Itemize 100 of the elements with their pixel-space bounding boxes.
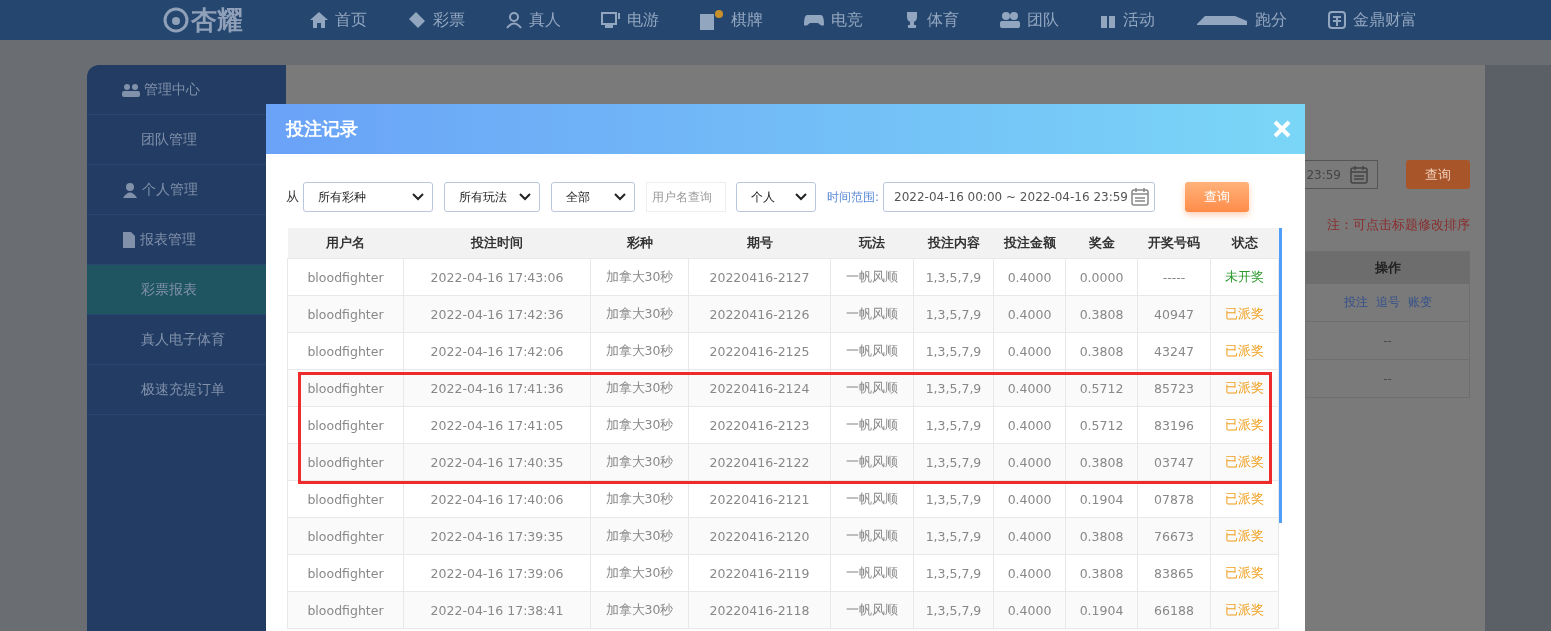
time-range-field[interactable]: 2022-04-16 00:00 ~ 2022-04-16 23:59 (883, 182, 1156, 212)
table-cell: 2022-04-16 17:42:06 (403, 332, 591, 370)
table-cell: 0.3808 (1065, 554, 1138, 592)
table-cell: bloodfighter (287, 591, 404, 629)
table-cell: 加拿大30秒 (590, 332, 689, 370)
table-cell: 0.4000 (993, 443, 1066, 481)
status-cell: 已派奖 (1210, 295, 1279, 333)
table-cell: 20220416-2118 (688, 591, 831, 629)
table-cell: 加拿大30秒 (590, 406, 689, 444)
table-cell: 一帆风顺 (830, 443, 914, 481)
table-cell: 1,3,5,7,9 (913, 258, 994, 296)
nav-item[interactable]: 金鼎财富 (1327, 9, 1417, 31)
team-icon (999, 11, 1021, 29)
table-cell: 2022-04-16 17:43:06 (403, 258, 591, 296)
table-cell: 一帆风顺 (830, 406, 914, 444)
query-button[interactable]: 查询 (1185, 182, 1250, 212)
table-cell: bloodfighter (287, 332, 404, 370)
monitor-icon (601, 11, 621, 29)
query-button[interactable]: 查询 (1406, 160, 1470, 189)
table-cell: 1,3,5,7,9 (913, 517, 994, 555)
select-dropdown[interactable]: 所有彩种 (303, 182, 433, 212)
column-header: 期号 (688, 228, 831, 259)
nav-item[interactable]: 棋牌 (699, 9, 763, 31)
column-header: 投注金额 (993, 228, 1066, 259)
table-cell: 一帆风顺 (830, 258, 914, 296)
table-cell: 0.1904 (1065, 591, 1138, 629)
caret-icon (614, 193, 626, 201)
from-label: 从 (286, 188, 299, 206)
gamepad-icon (803, 12, 825, 28)
nav-item[interactable]: 真人 (505, 9, 561, 31)
nav-item[interactable]: 团队 (999, 9, 1059, 31)
caret-icon (412, 193, 424, 201)
caret-icon (795, 193, 807, 201)
coin-icon (1327, 10, 1347, 30)
close-button[interactable] (1273, 120, 1291, 138)
table-cell: 1,3,5,7,9 (913, 295, 994, 333)
status-cell: 已派奖 (1210, 591, 1279, 629)
column-header: 操作 (1306, 252, 1469, 283)
status-cell: 已派奖 (1210, 480, 1279, 518)
select-dropdown[interactable]: 全部 (551, 182, 635, 212)
time-range-label: 时间范围: (827, 188, 880, 206)
nav-item[interactable]: 彩票 (407, 9, 465, 31)
table-cell: 2022-04-16 17:39:06 (403, 554, 591, 592)
table-cell: 1,3,5,7,9 (913, 332, 994, 370)
nav-item[interactable]: 跑分 (1195, 9, 1287, 31)
nav-item[interactable]: 电游 (601, 9, 659, 31)
table-cell: 83196 (1137, 406, 1211, 444)
calendar-icon (1130, 187, 1151, 207)
table-cell: 2022-04-16 17:39:35 (403, 517, 591, 555)
sort-note: 注：可点击标题修改排序 (1326, 216, 1470, 234)
table-cell: 0.0000 (1065, 258, 1138, 296)
table-cell: 2022-04-16 17:40:35 (403, 443, 591, 481)
table-cell: 0.4000 (993, 554, 1066, 592)
logo-icon (163, 7, 189, 33)
table-cell: 0.4000 (993, 591, 1066, 629)
column-header: 状态 (1210, 228, 1279, 259)
status-cell: 已派奖 (1210, 332, 1279, 370)
table-cell: 20220416-2123 (688, 406, 831, 444)
column-header: 奖金 (1065, 228, 1138, 259)
column-header: 玩法 (830, 228, 914, 259)
table-cell: 0.3808 (1065, 295, 1138, 333)
table-cell: 03747 (1137, 443, 1211, 481)
nav-item[interactable]: 活动 (1099, 9, 1155, 31)
table-cell: 0.4000 (993, 295, 1066, 333)
scope-dropdown[interactable]: 个人 (736, 182, 816, 212)
table-cell: 加拿大30秒 (590, 295, 689, 333)
column-header: 开奖号码 (1137, 228, 1211, 259)
table-cell: 0.3808 (1065, 443, 1138, 481)
table-cell: 83865 (1137, 554, 1211, 592)
table-cell: bloodfighter (287, 295, 404, 333)
table-cell: 加拿大30秒 (590, 591, 689, 629)
calendar-icon (1349, 164, 1369, 185)
table-cell: 加拿大30秒 (590, 554, 689, 592)
table-cell: 1,3,5,7,9 (913, 406, 994, 444)
table-cell: 0.4000 (993, 406, 1066, 444)
home-icon (309, 11, 329, 29)
nav-item[interactable]: 体育 (903, 9, 959, 31)
table-cell: 0.4000 (993, 517, 1066, 555)
logo-text: 杏耀 (191, 3, 243, 37)
scrollbar[interactable] (1279, 228, 1282, 523)
status-cell: 未开奖 (1210, 258, 1279, 296)
table-cell: -- (1383, 371, 1392, 386)
username-field[interactable]: 用户名查询 (646, 182, 726, 212)
table-cell: bloodfighter (287, 406, 404, 444)
person-icon (122, 181, 138, 198)
table-cell: 40947 (1137, 295, 1211, 333)
table-cell: bloodfighter (287, 443, 404, 481)
nav-item[interactable]: 电竞 (803, 9, 863, 31)
table-cell: 加拿大30秒 (590, 517, 689, 555)
select-dropdown[interactable]: 所有玩法 (444, 182, 540, 212)
column-header: 彩种 (590, 228, 689, 259)
table-cell: 加拿大30秒 (590, 443, 689, 481)
table-cell: 1,3,5,7,9 (913, 554, 994, 592)
table-cell: 20220416-2126 (688, 295, 831, 333)
table-cell: 加拿大30秒 (590, 258, 689, 296)
table-cell: 20220416-2125 (688, 332, 831, 370)
nav-item[interactable]: 首页 (309, 9, 367, 31)
table-cell: 43247 (1137, 332, 1211, 370)
person-icon (505, 11, 523, 29)
table-cell: 2022-04-16 17:41:05 (403, 406, 591, 444)
